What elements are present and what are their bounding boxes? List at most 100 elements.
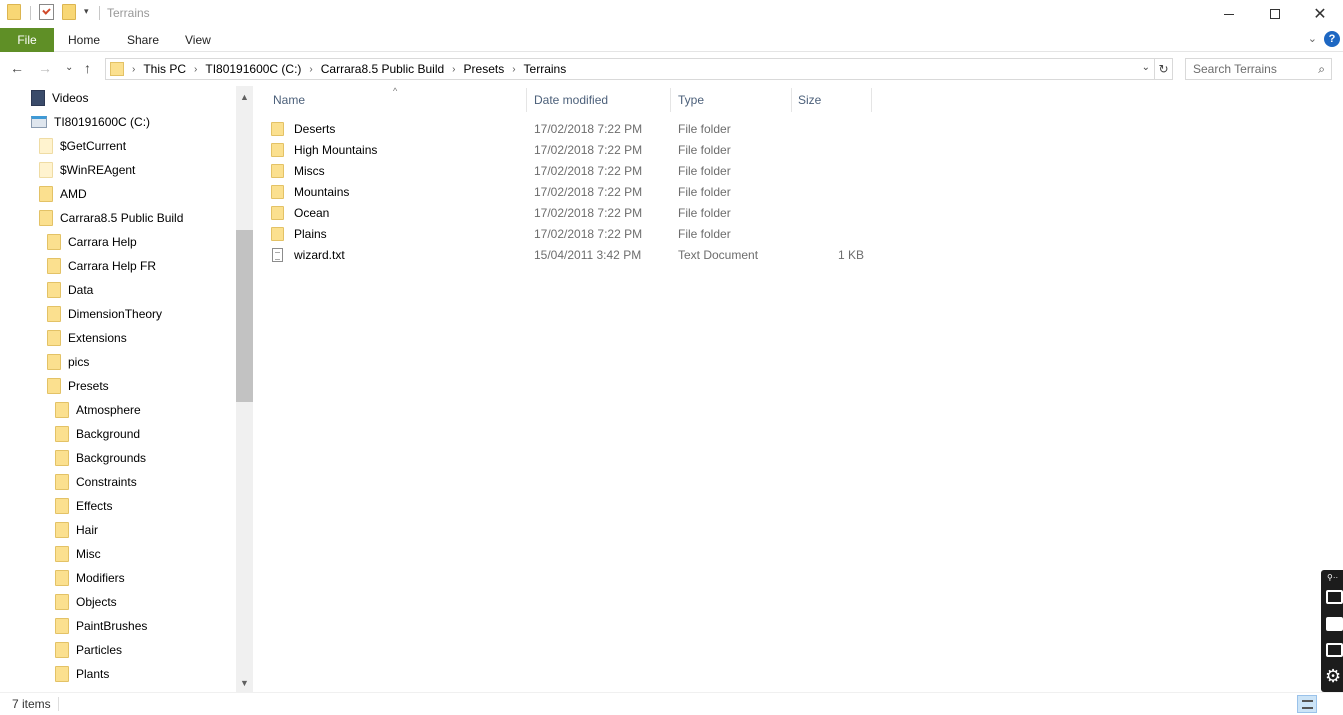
maximize-button[interactable] xyxy=(1252,0,1298,28)
nav-item-backgrounds[interactable]: Backgrounds xyxy=(55,446,146,470)
address-dropdown-icon[interactable]: ⌄ xyxy=(1142,62,1150,73)
table-row[interactable]: Mountains 17/02/2018 7:22 PM File folder xyxy=(271,181,871,202)
nav-item-pics[interactable]: pics xyxy=(47,350,89,374)
breadcrumb-separator[interactable]: › xyxy=(309,64,312,75)
nav-item-presets[interactable]: Presets xyxy=(47,374,109,398)
nav-item-paintbrushes[interactable]: PaintBrushes xyxy=(55,614,147,638)
file-name: Mountains xyxy=(294,184,350,199)
close-button[interactable]: ✕ xyxy=(1297,0,1343,28)
table-row[interactable]: wizard.txt 15/04/2011 3:42 PM Text Docum… xyxy=(271,244,871,265)
column-divider[interactable] xyxy=(526,88,527,112)
breadcrumb-drive[interactable]: TI80191600C (C:) xyxy=(205,62,301,76)
customize-toolbar-icon[interactable]: ▾ xyxy=(84,6,89,17)
folder-icon xyxy=(271,202,284,223)
tab-view[interactable]: View xyxy=(185,28,211,52)
up-button[interactable]: ↑ xyxy=(84,60,91,76)
folder-icon xyxy=(271,181,284,202)
search-icon[interactable]: ⌕ xyxy=(1318,62,1325,77)
help-button[interactable]: ? xyxy=(1324,31,1340,47)
column-header-type[interactable]: Type xyxy=(678,88,704,112)
folder-icon xyxy=(55,426,69,442)
folder-icon xyxy=(55,498,69,514)
forward-button[interactable]: → xyxy=(38,60,52,76)
scroll-up-icon[interactable]: ▲ xyxy=(236,88,253,105)
search-box[interactable]: Search Terrains ⌕ xyxy=(1185,58,1332,80)
scroll-down-icon[interactable]: ▼ xyxy=(236,674,253,691)
nav-item-extensions[interactable]: Extensions xyxy=(47,326,127,350)
nav-item-videos[interactable]: Videos xyxy=(31,86,88,110)
column-header-date[interactable]: Date modified xyxy=(534,88,608,112)
table-row[interactable]: Ocean 17/02/2018 7:22 PM File folder xyxy=(271,202,871,223)
nav-item-objects[interactable]: Objects xyxy=(55,590,117,614)
nav-item-label: pics xyxy=(68,355,90,369)
back-button[interactable]: ← xyxy=(10,60,24,76)
arrow-right-icon: → xyxy=(38,60,52,76)
column-divider[interactable] xyxy=(791,88,792,112)
nav-item-label: Videos xyxy=(52,91,89,105)
folder-icon xyxy=(55,546,69,562)
table-row[interactable]: High Mountains 17/02/2018 7:22 PM File f… xyxy=(271,139,871,160)
video-record-icon[interactable] xyxy=(1326,617,1343,631)
column-header-size[interactable]: Size xyxy=(798,88,821,112)
nav-item-plants[interactable]: Plants xyxy=(55,662,109,686)
nav-item-label: AMD xyxy=(60,187,87,201)
folder-icon[interactable] xyxy=(7,4,21,20)
breadcrumb-separator[interactable]: › xyxy=(512,64,515,75)
tab-file[interactable]: File xyxy=(0,28,54,52)
nav-item-carrara-help[interactable]: Carrara Help xyxy=(47,230,137,254)
breadcrumb-presets[interactable]: Presets xyxy=(464,62,505,76)
nav-item-atmosphere[interactable]: Atmosphere xyxy=(55,398,141,422)
breadcrumb-this-pc[interactable]: This PC xyxy=(143,62,186,76)
properties-icon[interactable] xyxy=(39,4,54,20)
table-row[interactable]: Deserts 17/02/2018 7:22 PM File folder xyxy=(271,118,871,139)
nav-item-getcurrent[interactable]: $GetCurrent xyxy=(39,134,126,158)
breadcrumb-carrara[interactable]: Carrara8.5 Public Build xyxy=(321,62,444,76)
column-divider[interactable] xyxy=(670,88,671,112)
table-row[interactable]: Miscs 17/02/2018 7:22 PM File folder xyxy=(271,160,871,181)
file-name: Deserts xyxy=(294,121,336,136)
recent-locations-button[interactable]: ⌄ xyxy=(65,62,73,73)
nav-item-label: Particles xyxy=(76,643,123,657)
title-bar: ▾ Terrains ✕ xyxy=(0,0,1343,28)
file-type: File folder xyxy=(678,184,731,199)
breadcrumb-separator[interactable]: › xyxy=(452,64,455,75)
minimize-button[interactable] xyxy=(1206,0,1252,28)
file-name: Ocean xyxy=(294,205,330,220)
nav-item-carrara[interactable]: Carrara8.5 Public Build xyxy=(39,206,183,230)
column-divider[interactable] xyxy=(871,88,872,112)
breadcrumb-terrains[interactable]: Terrains xyxy=(524,62,567,76)
column-header-name[interactable]: Name xyxy=(273,88,305,112)
breadcrumb-separator[interactable]: › xyxy=(194,64,197,75)
new-folder-icon[interactable] xyxy=(62,4,76,20)
nav-item-background[interactable]: Background xyxy=(55,422,140,446)
window-capture-icon[interactable] xyxy=(1326,643,1343,657)
camera-icon[interactable] xyxy=(1326,590,1343,604)
pin-icon[interactable]: ⚲·· xyxy=(1327,573,1338,582)
folder-icon xyxy=(47,330,61,346)
breadcrumb-separator[interactable]: › xyxy=(132,64,135,75)
tab-home[interactable]: Home xyxy=(68,28,100,52)
folder-icon xyxy=(39,186,53,202)
refresh-button[interactable]: ↻ xyxy=(1155,58,1173,80)
address-bar[interactable]: › This PC › TI80191600C (C:) › Carrara8.… xyxy=(105,58,1155,80)
nav-item-effects[interactable]: Effects xyxy=(55,494,112,518)
nav-item-winreagent[interactable]: $WinREAgent xyxy=(39,158,135,182)
search-input[interactable]: Search Terrains xyxy=(1193,62,1277,76)
nav-item-dimensiontheory[interactable]: DimensionTheory xyxy=(47,302,162,326)
nav-item-drive[interactable]: TI80191600C (C:) xyxy=(31,110,150,134)
details-view-button[interactable] xyxy=(1297,695,1317,713)
nav-item-modifiers[interactable]: Modifiers xyxy=(55,566,125,590)
nav-item-misc[interactable]: Misc xyxy=(55,542,101,566)
nav-item-particles[interactable]: Particles xyxy=(55,638,122,662)
tab-share[interactable]: Share xyxy=(127,28,159,52)
table-row[interactable]: Plains 17/02/2018 7:22 PM File folder xyxy=(271,223,871,244)
nav-item-data[interactable]: Data xyxy=(47,278,93,302)
nav-scrollbar-thumb[interactable] xyxy=(236,230,253,402)
nav-item-amd[interactable]: AMD xyxy=(39,182,87,206)
nav-item-hair[interactable]: Hair xyxy=(55,518,98,542)
large-icons-view-button[interactable] xyxy=(1319,695,1339,713)
nav-item-constraints[interactable]: Constraints xyxy=(55,470,137,494)
gear-icon[interactable]: ⚙ xyxy=(1325,667,1341,685)
expand-ribbon-icon[interactable]: ⌄ xyxy=(1308,32,1317,45)
nav-item-carrara-help-fr[interactable]: Carrara Help FR xyxy=(47,254,156,278)
